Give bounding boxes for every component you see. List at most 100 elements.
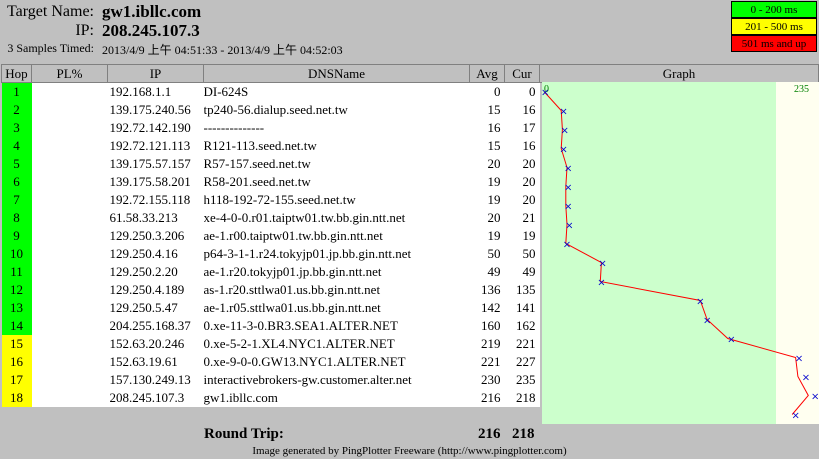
target-name-value: gw1.ibllc.com <box>102 2 202 21</box>
latency-marker: × <box>542 88 549 99</box>
col-header-hop[interactable]: Hop <box>1 64 32 83</box>
dns-cell: 0.xe-5-2-1.XL4.NYC1.ALTER.NET <box>203 335 470 353</box>
latency-marker: × <box>795 354 803 365</box>
legend-bad: 501 ms and up <box>731 35 817 52</box>
hop-cell: 14 <box>1 317 32 335</box>
ip-cell: 129.250.3.206 <box>107 227 204 245</box>
dns-cell: as-1.r20.sttlwa01.us.bb.gin.ntt.net <box>203 281 470 299</box>
cur-cell: 235 <box>504 371 540 389</box>
ip-cell: 152.63.20.246 <box>107 335 204 353</box>
ip-cell: 139.175.240.56 <box>107 101 204 119</box>
ip-cell: 139.175.57.157 <box>107 155 204 173</box>
avg-cell: 20 <box>469 155 505 173</box>
col-header-avg[interactable]: Avg <box>469 64 505 83</box>
cur-cell: 20 <box>504 155 540 173</box>
pl-cell <box>31 191 108 209</box>
latency-marker: × <box>564 183 572 194</box>
avg-cell: 20 <box>469 209 505 227</box>
pl-cell <box>31 335 108 353</box>
pl-cell <box>31 281 108 299</box>
avg-cell: 142 <box>469 299 505 317</box>
dns-cell: p64-3-1-1.r24.tokyjp01.jp.bb.gin.ntt.net <box>203 245 470 263</box>
hop-cell: 11 <box>1 263 32 281</box>
hop-cell: 16 <box>1 353 32 371</box>
col-header-dns[interactable]: DNSName <box>203 64 470 83</box>
pl-cell <box>31 245 108 263</box>
ip-cell: 61.58.33.213 <box>107 209 204 227</box>
dns-cell: R58-201.seed.net.tw <box>203 173 470 191</box>
latency-marker: × <box>563 240 571 251</box>
latency-marker: × <box>802 373 810 384</box>
hop-cell: 18 <box>1 389 32 407</box>
ip-cell: 139.175.58.201 <box>107 173 204 191</box>
latency-marker: × <box>564 164 572 175</box>
col-header-ip[interactable]: IP <box>107 64 204 83</box>
ip-cell: 152.63.19.61 <box>107 353 204 371</box>
latency-marker: × <box>703 316 711 327</box>
hop-cell: 7 <box>1 191 32 209</box>
avg-cell: 15 <box>469 101 505 119</box>
ip-cell: 208.245.107.3 <box>107 389 204 407</box>
avg-cell: 136 <box>469 281 505 299</box>
legend-good: 0 - 200 ms <box>731 1 817 18</box>
pl-cell <box>31 119 108 137</box>
cur-cell: 141 <box>504 299 540 317</box>
avg-cell: 19 <box>469 191 505 209</box>
samples-value: 2013/4/9 上午 04:51:33 - 2013/4/9 上午 04:52… <box>102 43 343 57</box>
dns-cell: ae-1.r20.tokyjp01.jp.bb.gin.ntt.net <box>203 263 470 281</box>
avg-cell: 0 <box>469 82 505 101</box>
dns-cell: 0.xe-9-0-0.GW13.NYC1.ALTER.NET <box>203 353 470 371</box>
hop-cell: 1 <box>1 82 32 101</box>
cur-cell: 20 <box>504 191 540 209</box>
latency-marker: × <box>597 278 605 289</box>
credit-line: Image generated by PingPlotter Freeware … <box>0 444 819 459</box>
hop-cell: 8 <box>1 209 32 227</box>
latency-marker: × <box>564 202 572 213</box>
cur-cell: 162 <box>504 317 540 335</box>
graph-scale-max: 235 <box>794 84 809 95</box>
ip-label: IP: <box>75 22 94 39</box>
latency-marker: × <box>561 126 569 137</box>
pl-cell <box>31 82 108 101</box>
ip-cell: 129.250.2.20 <box>107 263 204 281</box>
cur-cell: 135 <box>504 281 540 299</box>
hop-cell: 13 <box>1 299 32 317</box>
avg-cell: 16 <box>469 119 505 137</box>
hop-cell: 6 <box>1 173 32 191</box>
col-header-graph[interactable]: Graph <box>539 64 819 83</box>
ip-cell: 129.250.4.16 <box>107 245 204 263</box>
pl-cell <box>31 173 108 191</box>
round-trip-cur: 218 <box>512 426 535 442</box>
avg-cell: 49 <box>469 263 505 281</box>
cur-cell: 49 <box>504 263 540 281</box>
pl-cell <box>31 317 108 335</box>
pl-cell <box>31 137 108 155</box>
cur-cell: 16 <box>504 137 540 155</box>
col-header-pl[interactable]: PL% <box>31 64 108 83</box>
round-trip-avg: 216 <box>478 426 501 442</box>
avg-cell: 50 <box>469 245 505 263</box>
dns-cell: h118-192-72-155.seed.net.tw <box>203 191 470 209</box>
hop-cell: 12 <box>1 281 32 299</box>
dns-cell: interactivebrokers-gw.customer.alter.net <box>203 371 470 389</box>
legend-bad-label: 501 ms and up <box>741 38 807 50</box>
latency-marker: × <box>598 259 606 270</box>
pl-cell <box>31 263 108 281</box>
legend-warn: 201 - 500 ms <box>731 18 817 35</box>
cur-cell: 221 <box>504 335 540 353</box>
legend-warn-label: 201 - 500 ms <box>745 21 803 33</box>
ip-cell: 157.130.249.13 <box>107 371 204 389</box>
avg-cell: 230 <box>469 371 505 389</box>
ip-cell: 192.72.142.190 <box>107 119 204 137</box>
cur-cell: 17 <box>504 119 540 137</box>
dns-cell: ae-1.r05.sttlwa01.us.bb.gin.ntt.net <box>203 299 470 317</box>
ip-cell: 192.168.1.1 <box>107 82 204 101</box>
hop-cell: 9 <box>1 227 32 245</box>
ip-cell: 192.72.121.113 <box>107 137 204 155</box>
dns-cell: R121-113.seed.net.tw <box>203 137 470 155</box>
pingplotter-window: Target Name: gw1.ibllc.com IP: 208.245.1… <box>0 0 819 459</box>
ip-cell: 129.250.5.47 <box>107 299 204 317</box>
cur-cell: 50 <box>504 245 540 263</box>
cur-cell: 16 <box>504 101 540 119</box>
col-header-cur[interactable]: Cur <box>504 64 540 83</box>
